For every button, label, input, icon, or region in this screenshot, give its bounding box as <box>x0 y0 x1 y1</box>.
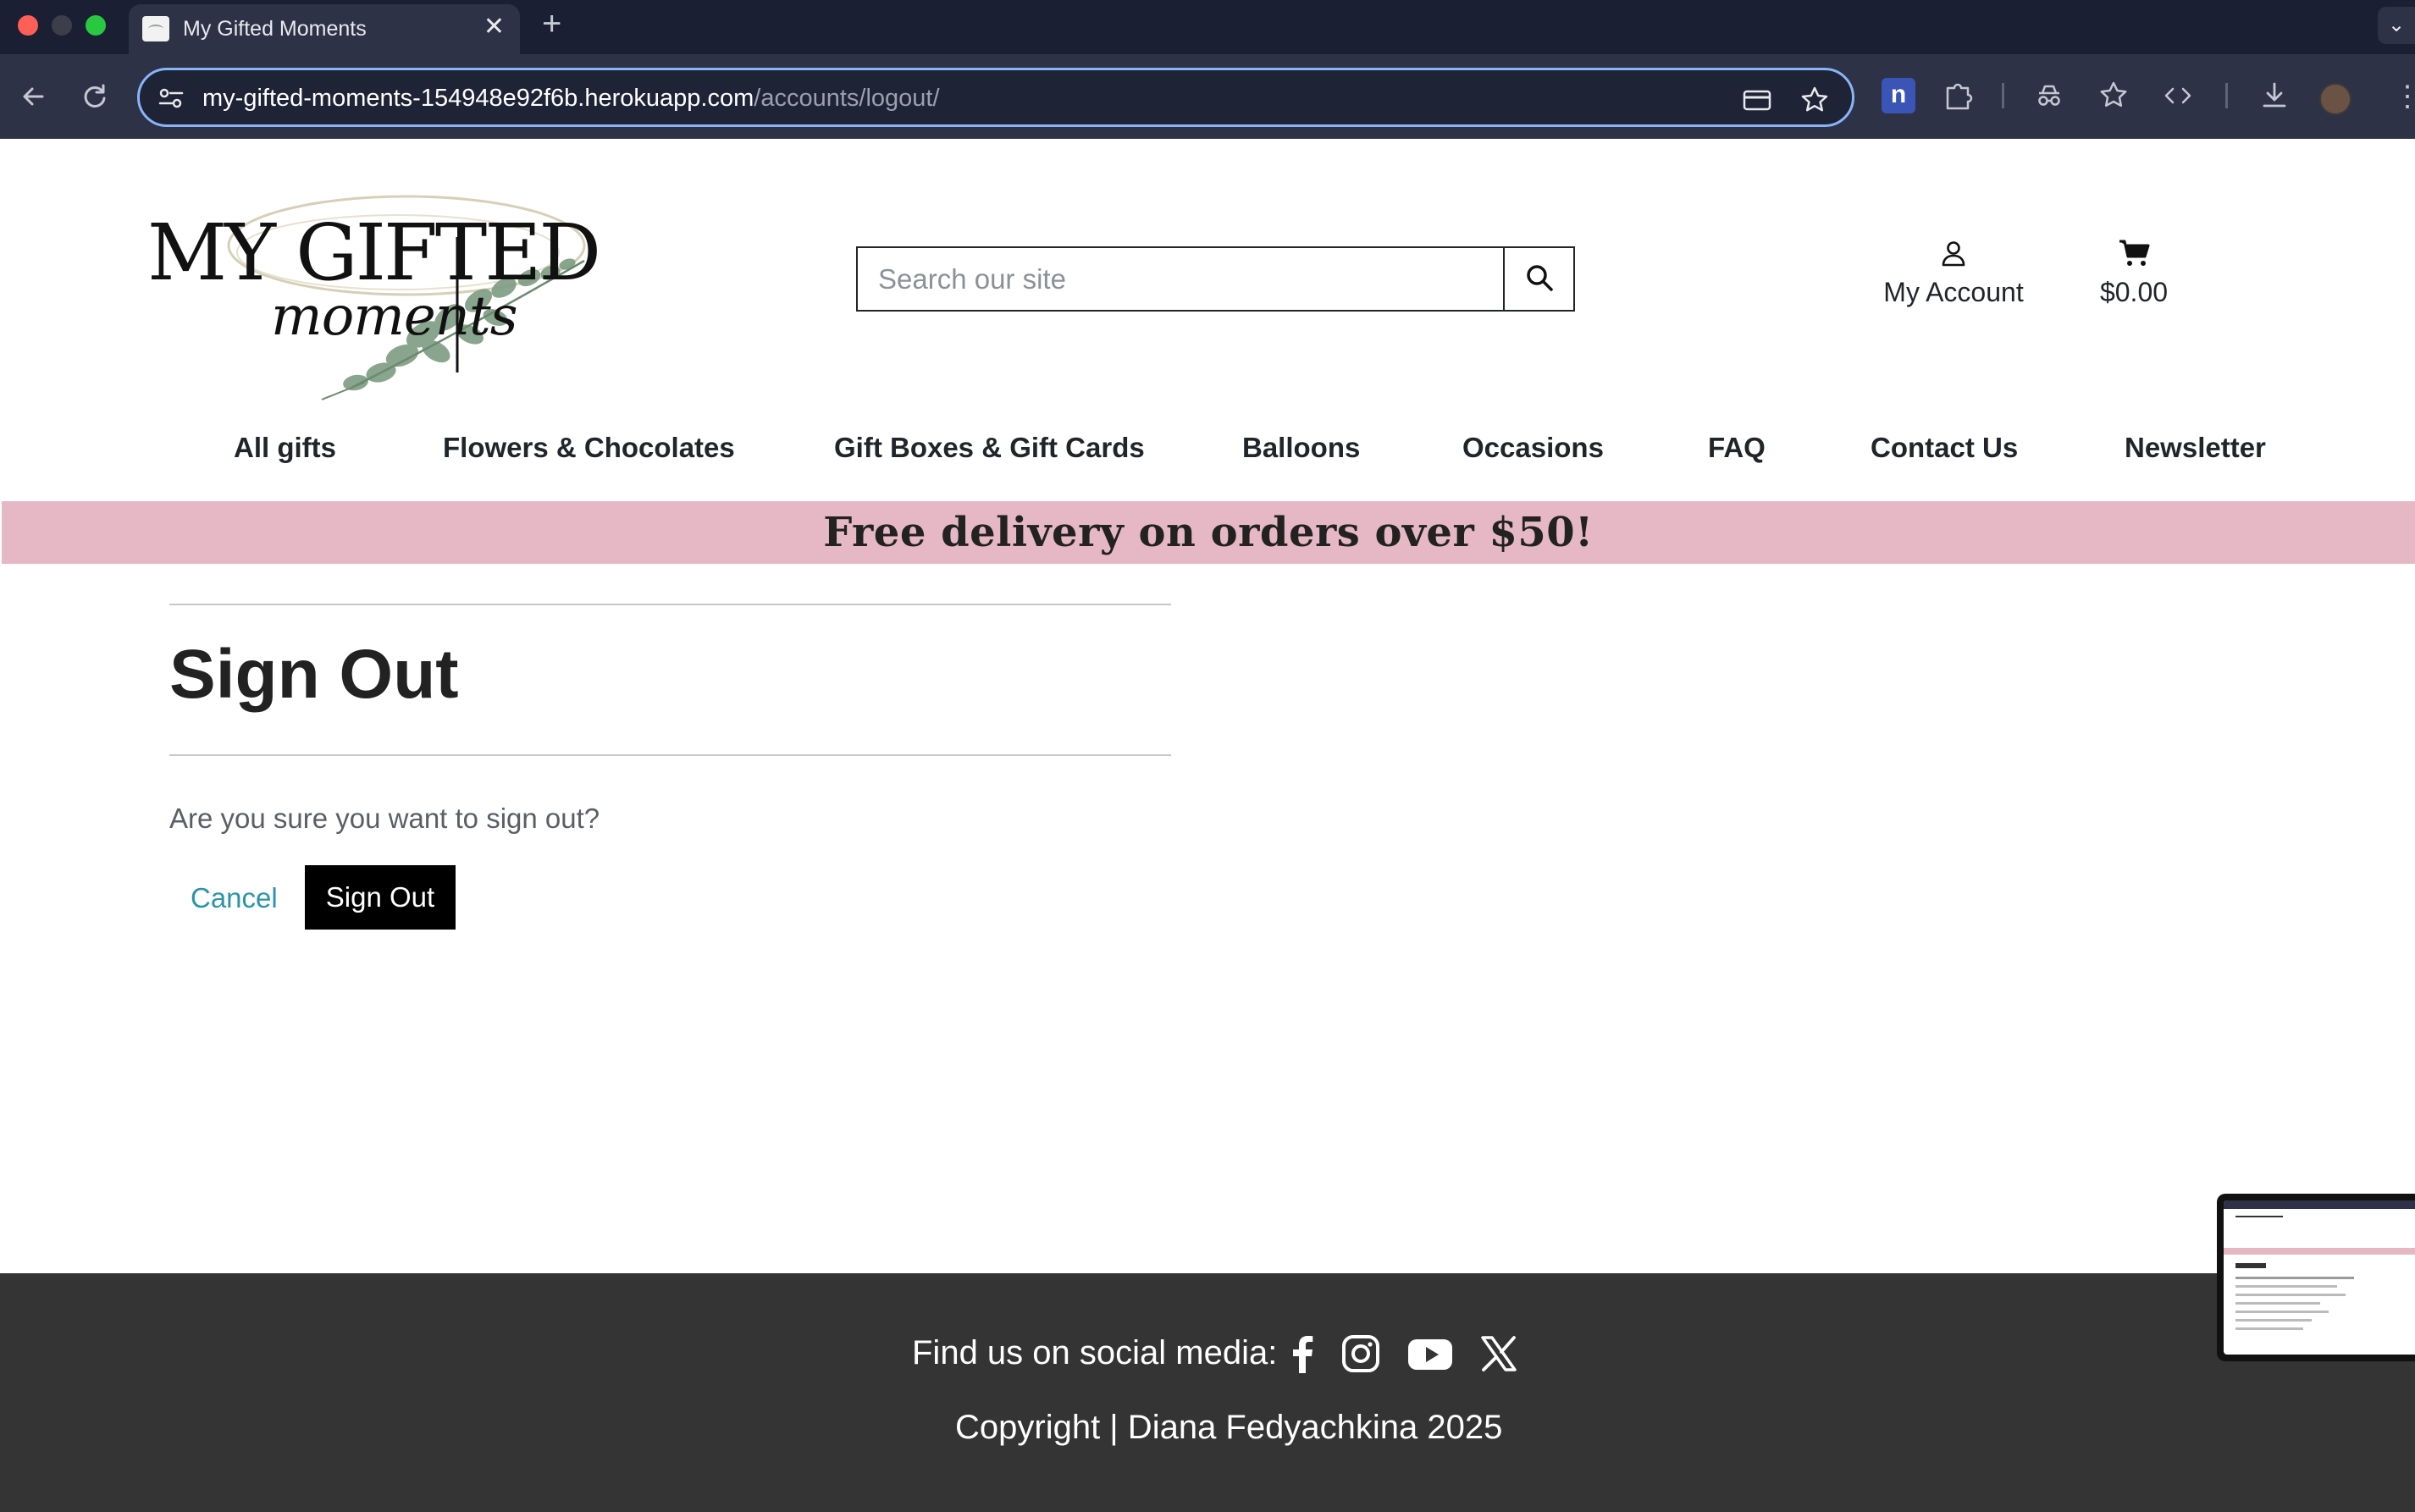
code-icon[interactable] <box>2161 78 2195 113</box>
reload-icon[interactable] <box>78 80 112 113</box>
youtube-icon[interactable] <box>1406 1333 1454 1375</box>
search-form <box>856 246 1575 312</box>
toolbar-separator <box>2225 83 2228 108</box>
social-media-label: Find us on social media: <box>912 1334 1278 1371</box>
nav-occasions[interactable]: Occasions <box>1462 432 1604 464</box>
toolbar-separator <box>2002 83 2004 108</box>
cart-link[interactable]: $0.00 <box>2083 239 2185 308</box>
card-icon[interactable] <box>1742 85 1772 115</box>
profile-avatar[interactable] <box>2319 83 2351 115</box>
screenshot-preview-thumbnail[interactable] <box>2217 1194 2415 1361</box>
browser-menu-icon[interactable]: ⋮ <box>2393 80 2415 113</box>
url-path: /accounts/logout/ <box>754 85 940 112</box>
cart-icon <box>2119 240 2150 266</box>
main-navigation: All gifts Flowers & Chocolates Gift Boxe… <box>0 432 2415 477</box>
svg-text:MY GIFTED: MY GIFTED <box>147 207 599 298</box>
nav-gift-boxes-gift-cards[interactable]: Gift Boxes & Gift Cards <box>834 432 1145 464</box>
url-host: my-gifted-moments-154948e92f6b.herokuapp… <box>202 85 754 112</box>
bookmark-star-icon[interactable] <box>1799 85 1830 115</box>
address-bar[interactable]: my-gifted-moments-154948e92f6b.herokuapp… <box>137 68 1854 127</box>
tab-search-chevron-icon[interactable]: ⌄ <box>2378 7 2415 44</box>
minimize-window-button[interactable] <box>52 15 72 36</box>
tab-title: My Gifted Moments <box>183 17 367 41</box>
nav-balloons[interactable]: Balloons <box>1242 432 1360 464</box>
nav-flowers-chocolates[interactable]: Flowers & Chocolates <box>443 432 735 464</box>
download-icon[interactable] <box>2258 78 2291 113</box>
site-footer: Find us on social media: Copyright | Dia… <box>0 1273 2415 1512</box>
back-arrow-icon[interactable] <box>17 80 51 113</box>
search-icon <box>1526 265 1553 291</box>
x-icon[interactable] <box>1478 1333 1520 1375</box>
nav-contact-us[interactable]: Contact Us <box>1871 432 2018 464</box>
browser-toolbar: my-gifted-moments-154948e92f6b.herokuapp… <box>0 54 2415 139</box>
extension-n-icon[interactable]: n <box>1882 78 1915 113</box>
maximize-window-button[interactable] <box>86 15 106 36</box>
tab-close-icon[interactable]: ✕ <box>484 14 505 40</box>
close-window-button[interactable] <box>18 15 38 36</box>
signout-question: Are you sure you want to sign out? <box>169 803 600 834</box>
extensions-puzzle-icon[interactable] <box>1941 78 1975 113</box>
banner-text: Free delivery on orders over $50! <box>823 509 1594 556</box>
favorites-star-icon[interactable] <box>2097 78 2130 113</box>
cancel-link[interactable]: Cancel <box>191 882 278 914</box>
divider-top <box>169 604 1171 605</box>
svg-text:moments: moments <box>271 285 517 348</box>
nav-newsletter[interactable]: Newsletter <box>2125 432 2266 464</box>
divider-bottom <box>169 754 1171 756</box>
cart-total: $0.00 <box>2099 277 2169 307</box>
tab-favicon-icon <box>142 16 169 41</box>
instagram-icon[interactable] <box>1340 1333 1382 1375</box>
sign-out-button[interactable]: Sign Out <box>305 865 456 930</box>
search-input[interactable] <box>858 248 1505 310</box>
copyright-text: Copyright | Diana Fedyachkina 2025 <box>955 1409 1503 1446</box>
url-text[interactable]: my-gifted-moments-154948e92f6b.herokuapp… <box>202 85 940 113</box>
my-account-label: My Account <box>1883 277 2024 307</box>
page-title: Sign Out <box>169 636 459 713</box>
site-info-icon[interactable] <box>157 86 185 111</box>
my-account-link[interactable]: My Account <box>1863 239 2044 308</box>
free-delivery-banner: Free delivery on orders over $50! <box>2 501 2415 564</box>
browser-tab-active[interactable]: My Gifted Moments ✕ <box>129 4 520 54</box>
new-tab-button[interactable]: + <box>542 7 561 41</box>
user-icon <box>1942 241 1965 267</box>
thumbnail-image <box>2224 1200 2415 1355</box>
browser-tab-bar: My Gifted Moments ✕ + ⌄ <box>0 0 2415 54</box>
facebook-icon[interactable] <box>1282 1333 1324 1375</box>
incognito-icon[interactable] <box>2032 78 2066 113</box>
nav-faq[interactable]: FAQ <box>1708 432 1766 464</box>
site-logo[interactable]: MY GIFTED moments <box>144 161 686 415</box>
search-button[interactable] <box>1505 248 1573 310</box>
nav-all-gifts[interactable]: All gifts <box>234 432 336 464</box>
